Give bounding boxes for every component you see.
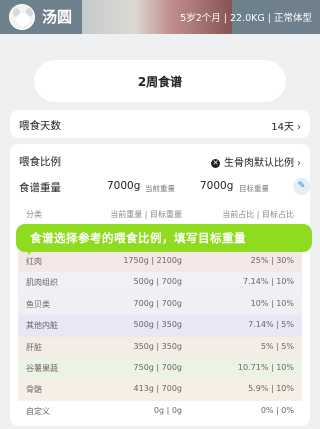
row-weight: 1750g | 2100g xyxy=(123,256,182,265)
recipe-title-card: 2周食谱 xyxy=(34,60,286,102)
row-category: 其他内脏 xyxy=(26,321,58,331)
feed-days-value: 14天 xyxy=(271,122,294,133)
avatar[interactable] xyxy=(9,4,35,30)
pet-header: 汤圆 5岁2个月 | 22.0KG | 正常体型 xyxy=(0,0,320,34)
pet-name: 汤圆 xyxy=(42,8,73,26)
row-category: 骨骼 xyxy=(26,385,42,395)
chevron-right-icon: › xyxy=(297,122,301,133)
header-ratio: 当前占比 | 目标占比 xyxy=(222,210,294,219)
feed-days-label: 喂食天数 xyxy=(19,120,61,132)
row-category: 红肉 xyxy=(26,257,42,266)
row-ratio: 7.14% | 5% xyxy=(248,320,294,330)
table-row: 骨骼 413g | 700g 5.9% | 10% xyxy=(18,379,302,401)
target-weight-value: 7000g xyxy=(200,180,234,192)
row-category: 肝脏 xyxy=(26,342,42,352)
pencil-icon: ✎ xyxy=(297,181,306,191)
row-ratio: 7.14% | 10% xyxy=(243,277,294,287)
current-weight-value: 7000g xyxy=(107,180,141,192)
header-weight: 当前重量 | 目标重量 xyxy=(110,210,182,219)
row-ratio: 0% | 0% xyxy=(260,405,294,415)
row-weight: 413g | 700g xyxy=(133,384,182,394)
feed-ratio-value: 生骨肉默认比例 xyxy=(224,158,294,169)
row-weight: 500g | 700g xyxy=(133,277,182,287)
table-row: 其他内脏 500g | 350g 7.14% | 5% xyxy=(18,315,302,337)
target-weight-label: 目标重量 xyxy=(239,184,269,193)
table-header: 分类 当前重量 | 目标重量 当前占比 | 目标占比 xyxy=(18,204,302,224)
row-category: 自定义 xyxy=(26,406,50,416)
row-weight: 750g | 700g xyxy=(133,362,182,372)
page-title: 2周食谱 xyxy=(137,74,183,89)
row-ratio: 10% | 10% xyxy=(250,298,294,308)
table-row: 肌肉组织 500g | 700g 7.14% | 10% xyxy=(18,272,302,294)
banner-tail xyxy=(24,246,35,255)
table-row: 鱼贝类 700g | 700g 10% | 10% xyxy=(18,293,302,316)
table-row: 肝脏 350g | 350g 5% | 5% xyxy=(18,336,302,358)
edit-weight-button[interactable]: ✎ xyxy=(293,178,310,195)
close-circle-icon: ✕ xyxy=(211,158,220,168)
row-ratio: 5% | 5% xyxy=(260,341,294,351)
row-ratio: 10.71% | 10% xyxy=(237,362,294,372)
row-ratio: 25% | 30% xyxy=(250,256,294,265)
row-weight: 500g | 350g xyxy=(133,320,182,330)
hint-banner-text: 食谱选择参考的喂食比例，填写目标重量 xyxy=(30,231,246,245)
feed-ratio-label: 喂食比例 xyxy=(19,156,61,168)
feed-days-row[interactable]: 喂食天数 14天 › xyxy=(10,110,310,138)
row-category: 鱼贝类 xyxy=(26,299,50,309)
chevron-right-icon: › xyxy=(297,158,301,169)
table-row: 自定义 0g | 0g 0% | 0% xyxy=(18,400,302,423)
table-row: 谷薯果蔬 750g | 700g 10.71% | 10% xyxy=(18,357,302,380)
table-row: 红肉 1750g | 2100g 25% | 30% xyxy=(18,251,302,273)
current-weight-label: 当前重量 xyxy=(145,184,175,193)
row-weight: 350g | 350g xyxy=(133,341,182,351)
row-category: 肌肉组织 xyxy=(26,278,58,288)
row-category: 谷薯果蔬 xyxy=(26,363,58,373)
row-weight: 700g | 700g xyxy=(133,298,182,308)
recipe-weight-row: 食谱重量 7000g 当前重量 7000g 目标重量 xyxy=(10,180,310,204)
header-category: 分类 xyxy=(26,210,42,219)
feed-ratio-selector[interactable]: ✕ 生骨肉默认比例 › xyxy=(211,154,301,169)
pet-info: 5岁2个月 | 22.0KG | 正常体型 xyxy=(180,13,312,24)
recipe-weight-label: 食谱重量 xyxy=(19,182,61,194)
row-weight: 0g | 0g xyxy=(153,405,182,415)
hint-banner: 食谱选择参考的喂食比例，填写目标重量 xyxy=(16,224,312,255)
row-ratio: 5.9% | 10% xyxy=(248,384,294,394)
